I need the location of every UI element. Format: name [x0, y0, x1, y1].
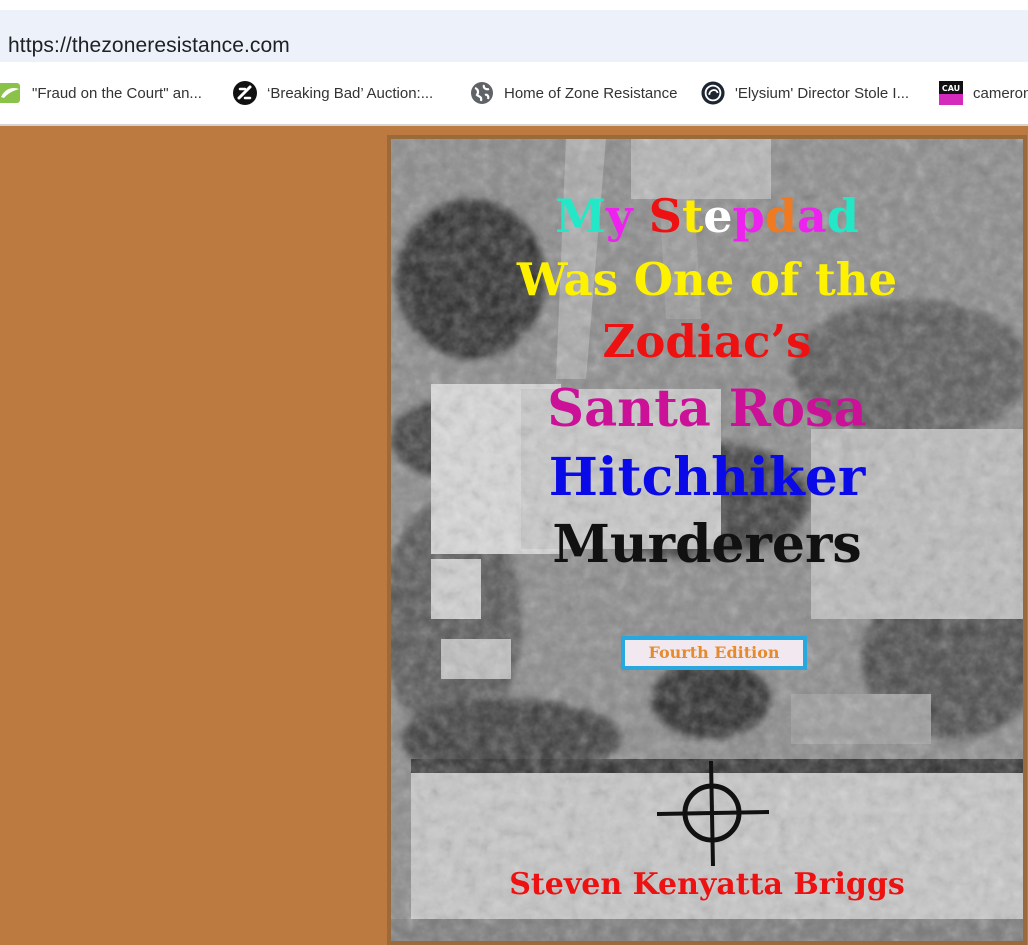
address-bar[interactable]: https://thezoneresistance.com — [0, 10, 1028, 62]
svg-text:CAU: CAU — [942, 84, 960, 93]
title-letter — [633, 189, 649, 243]
bookmark-label: Home of Zone Resistance — [504, 84, 678, 102]
title-colored-letters: My Stepdad — [555, 189, 859, 243]
title-letter: d — [764, 189, 797, 243]
cover-title-line-3: Zodiac’s — [602, 315, 812, 368]
bookmark-breaking-bad-auction[interactable]: ‘Breaking Bad’ Auction:... — [233, 80, 433, 106]
address-bar-url[interactable]: https://thezoneresistance.com — [8, 34, 290, 58]
title-letter: d — [826, 189, 859, 243]
slash-circle-icon — [233, 81, 257, 105]
title-letter: M — [555, 189, 607, 243]
bookmark-cameron[interactable]: CAU cameron — [939, 80, 1028, 106]
title-letter: p — [732, 189, 765, 243]
cover-title-line-4: Santa Rosa — [547, 379, 867, 439]
author-name: Steven Kenyatta Briggs — [509, 867, 905, 902]
title-letter: y — [606, 189, 633, 243]
bookmark-label: ‘Breaking Bad’ Auction:... — [267, 84, 434, 102]
bookmark-label: 'Elysium' Director Stole I... — [735, 84, 910, 102]
window-top-strip — [0, 0, 1028, 10]
swirl-icon — [701, 81, 725, 105]
cover-title-line-1: My Stepdad — [391, 189, 1023, 243]
bookmark-fraud-on-the-court[interactable]: "Fraud on the Court" an... — [0, 80, 202, 106]
cover-title-line-5: Hitchhiker — [548, 447, 866, 508]
title-letter: S — [648, 189, 683, 243]
title-letter: t — [682, 189, 704, 243]
bookmark-label: "Fraud on the Court" an... — [32, 84, 202, 102]
leaf-icon — [0, 81, 22, 105]
title-letter: a — [796, 189, 827, 243]
bookmark-home-of-zone-resistance[interactable]: Home of Zone Resistance — [470, 80, 677, 106]
crosshair-icon — [656, 761, 770, 867]
book-cover[interactable]: My Stepdad Was One of the Zodiac’s Santa… — [387, 135, 1027, 945]
cau-icon: CAU — [939, 81, 963, 105]
title-letter: e — [703, 189, 733, 243]
bookmark-label: cameron — [973, 84, 1028, 102]
bookmarks-bar: "Fraud on the Court" an... ‘Breaking Bad… — [0, 62, 1028, 124]
globe-icon — [470, 81, 494, 105]
cover-title-line-6: Murderers — [552, 514, 862, 575]
cover-title-line-2: Was One of the — [516, 253, 898, 306]
bookmark-elysium-director[interactable]: 'Elysium' Director Stole I... — [701, 80, 909, 106]
edition-badge: Fourth Edition — [621, 636, 807, 670]
